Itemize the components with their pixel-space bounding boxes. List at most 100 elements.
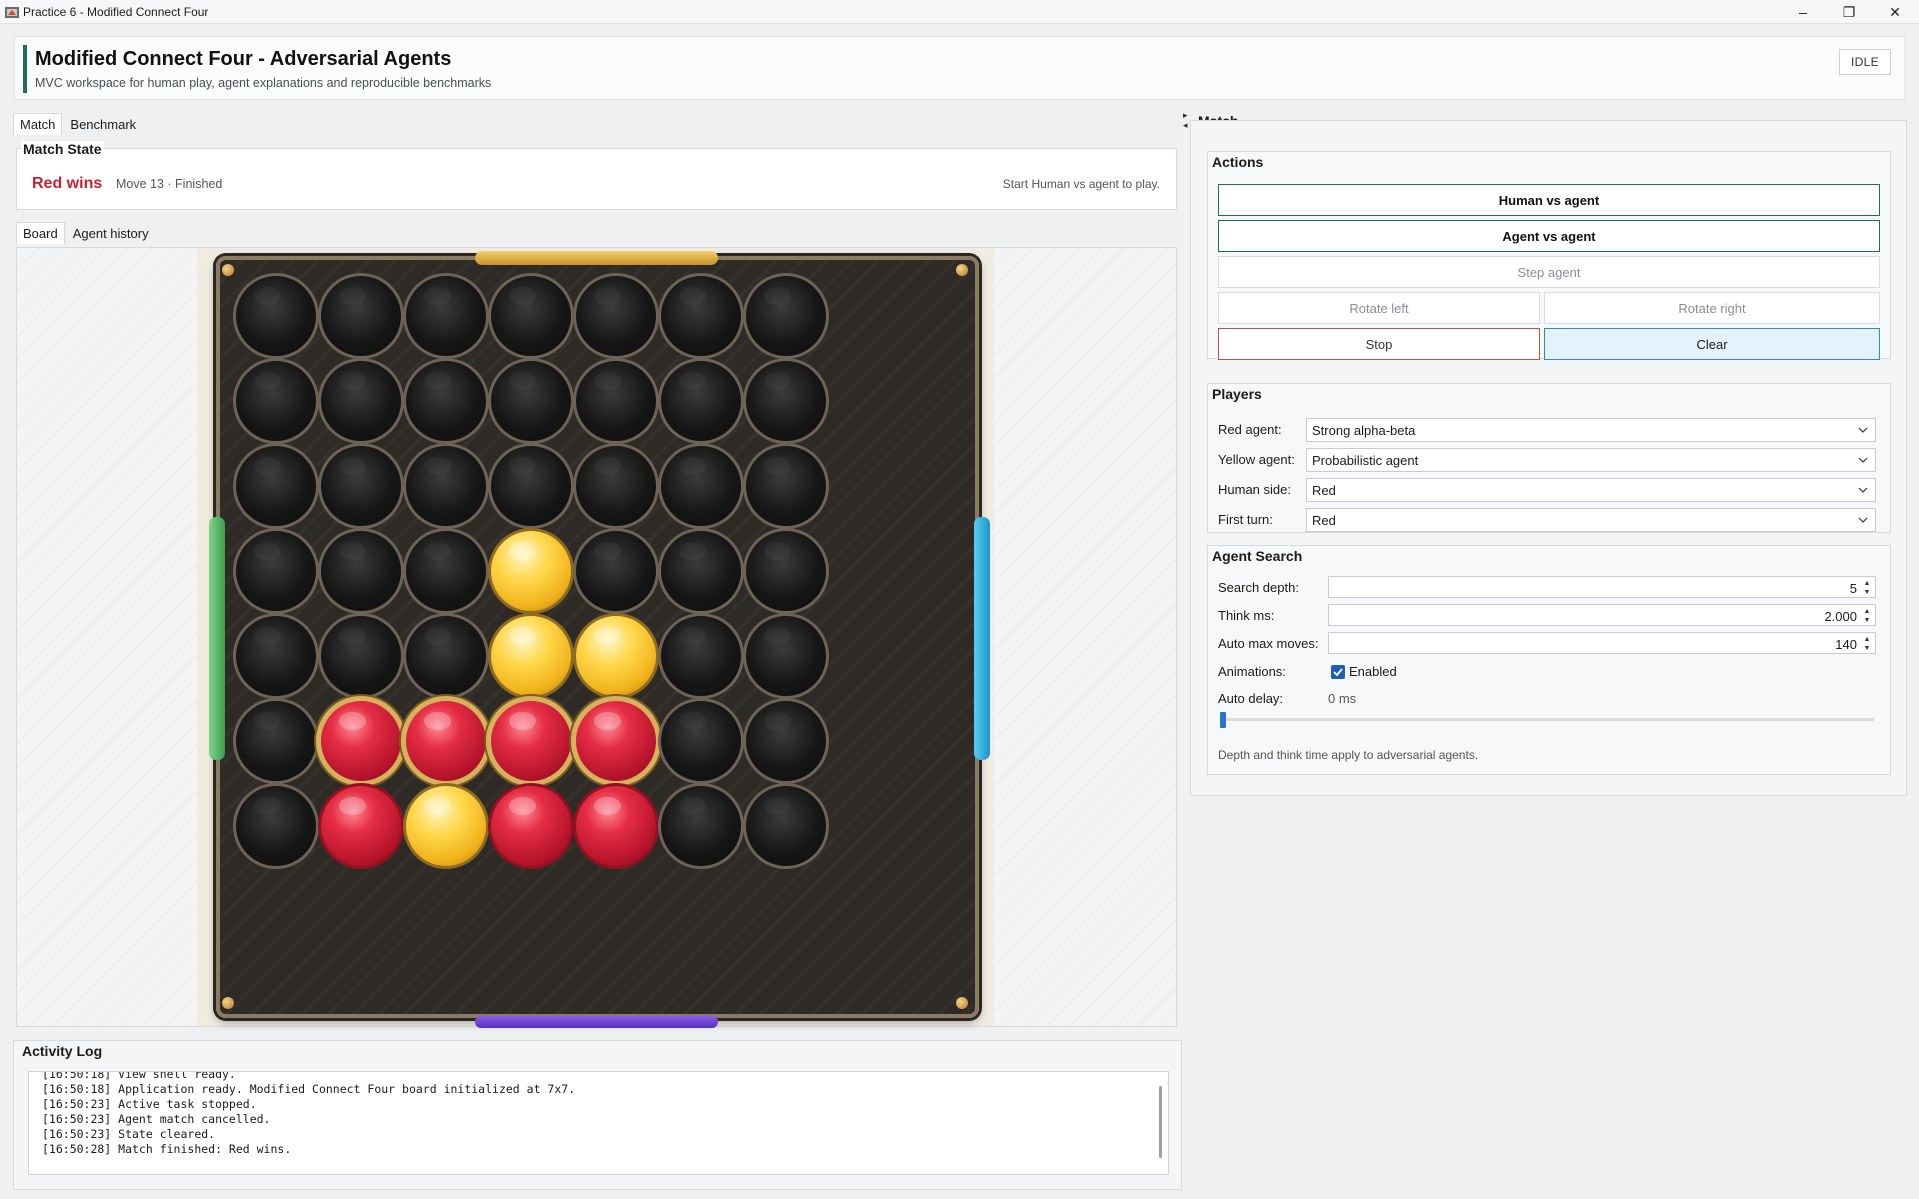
board-cell-empty[interactable] <box>403 443 489 529</box>
actions-title: Actions <box>1210 154 1266 170</box>
board-cell-empty[interactable] <box>233 783 319 869</box>
yellow-disc[interactable] <box>488 528 574 614</box>
minimize-button[interactable]: – <box>1780 0 1826 24</box>
board-cell-empty[interactable] <box>658 443 744 529</box>
spinner-arrows-icon[interactable]: ▲ ▼ <box>1861 607 1873 625</box>
activity-log-title: Activity Log <box>20 1043 105 1059</box>
board-cell-empty[interactable] <box>233 698 319 784</box>
rotate-left-button[interactable]: Rotate left <box>1218 292 1540 324</box>
log-line: [16:50:23] State cleared. <box>42 1127 216 1141</box>
first-turn-label: First turn: <box>1218 512 1273 527</box>
think-ms-spinner[interactable]: 2.000 ▲ ▼ <box>1328 604 1876 626</box>
chevron-down-icon <box>1858 427 1868 433</box>
board-cell-empty[interactable] <box>488 358 574 444</box>
tab-agent-history[interactable]: Agent history <box>67 222 155 244</box>
board-cell-empty[interactable] <box>658 613 744 699</box>
board-cell-empty[interactable] <box>658 783 744 869</box>
match-hint: Start Human vs agent to play. <box>1002 177 1160 191</box>
top-rail <box>475 251 718 265</box>
splitter-collapse-icon[interactable]: ▸ ◂ <box>1183 110 1188 130</box>
board-cell-empty[interactable] <box>403 613 489 699</box>
game-board[interactable] <box>216 256 979 1018</box>
checkmark-icon <box>1333 668 1343 677</box>
board-cell-empty[interactable] <box>573 358 659 444</box>
red-disc[interactable] <box>488 783 574 869</box>
players-group: Players Red agent: Strong alpha-beta Yel… <box>1207 383 1891 533</box>
red-agent-label: Red agent: <box>1218 422 1282 437</box>
board-cell-empty[interactable] <box>573 528 659 614</box>
red-disc-winning[interactable] <box>486 696 576 786</box>
board-cell-empty[interactable] <box>233 613 319 699</box>
board-cell-empty[interactable] <box>488 443 574 529</box>
board-cell-empty[interactable] <box>658 358 744 444</box>
board-cell-empty[interactable] <box>403 273 489 359</box>
board-cell-empty[interactable] <box>743 273 829 359</box>
red-disc-winning[interactable] <box>401 696 491 786</box>
yellow-disc[interactable] <box>488 613 574 699</box>
step-agent-button[interactable]: Step agent <box>1218 256 1880 288</box>
board-cell-empty[interactable] <box>743 783 829 869</box>
board-cell-empty[interactable] <box>658 528 744 614</box>
tab-board[interactable]: Board <box>16 222 65 244</box>
animations-checkbox[interactable] <box>1331 665 1345 679</box>
board-cell-empty[interactable] <box>743 443 829 529</box>
board-cell-empty[interactable] <box>233 443 319 529</box>
board-cell-empty[interactable] <box>318 358 404 444</box>
actions-group: Actions Human vs agent Agent vs agent St… <box>1207 151 1891 360</box>
red-disc-winning[interactable] <box>316 696 406 786</box>
board-cell-empty[interactable] <box>318 273 404 359</box>
close-button[interactable]: ✕ <box>1872 0 1918 24</box>
page-subtitle: MVC workspace for human play, agent expl… <box>35 76 492 90</box>
board-cell-empty[interactable] <box>743 528 829 614</box>
activity-log[interactable]: [16:50:18] View shell ready. [16:50:18] A… <box>28 1071 1169 1175</box>
agent-vs-agent-button[interactable]: Agent vs agent <box>1218 220 1880 252</box>
auto-max-moves-spinner[interactable]: 140 ▲ ▼ <box>1328 632 1876 654</box>
board-cell-empty[interactable] <box>233 528 319 614</box>
red-disc[interactable] <box>573 783 659 869</box>
board-cell-empty[interactable] <box>743 358 829 444</box>
board-cell-empty[interactable] <box>658 698 744 784</box>
first-turn-select[interactable]: Red <box>1306 508 1876 532</box>
board-cell-empty[interactable] <box>403 358 489 444</box>
board-cell-empty[interactable] <box>743 613 829 699</box>
chevron-down-icon <box>1858 487 1868 493</box>
board-cell-empty[interactable] <box>658 273 744 359</box>
board-cell-empty[interactable] <box>318 528 404 614</box>
board-cell-empty[interactable] <box>403 528 489 614</box>
main-tabs: Match Benchmark <box>13 113 142 135</box>
spinner-arrows-icon[interactable]: ▲ ▼ <box>1861 579 1873 597</box>
auto-delay-track[interactable] <box>1222 718 1874 721</box>
board-cell-empty[interactable] <box>743 698 829 784</box>
rotate-right-button[interactable]: Rotate right <box>1544 292 1880 324</box>
clear-button[interactable]: Clear <box>1544 328 1880 360</box>
yellow-agent-select[interactable]: Probabilistic agent <box>1306 448 1876 472</box>
board-cell-empty[interactable] <box>233 273 319 359</box>
human-vs-agent-button[interactable]: Human vs agent <box>1218 184 1880 216</box>
stop-button[interactable]: Stop <box>1218 328 1540 360</box>
yellow-disc[interactable] <box>573 613 659 699</box>
tab-match[interactable]: Match <box>13 113 63 135</box>
bottom-rail <box>475 1016 718 1028</box>
red-agent-select[interactable]: Strong alpha-beta <box>1306 418 1876 442</box>
auto-delay-value: 0 ms <box>1328 691 1357 706</box>
board-cell-empty[interactable] <box>318 443 404 529</box>
log-scrollbar[interactable] <box>1159 1086 1162 1158</box>
board-cell-empty[interactable] <box>488 273 574 359</box>
red-disc-winning[interactable] <box>571 696 661 786</box>
board-cell-empty[interactable] <box>318 613 404 699</box>
board-cell-empty[interactable] <box>573 273 659 359</box>
right-rail <box>974 517 990 760</box>
board-cell-empty[interactable] <box>573 443 659 529</box>
human-side-select[interactable]: Red <box>1306 478 1876 502</box>
board-cell-empty[interactable] <box>233 358 319 444</box>
search-depth-spinner[interactable]: 5 ▲ ▼ <box>1328 576 1876 598</box>
red-disc[interactable] <box>318 783 404 869</box>
tab-benchmark[interactable]: Benchmark <box>64 113 142 135</box>
pane-splitter[interactable] <box>1182 110 1190 1190</box>
restore-button[interactable]: ❐ <box>1826 0 1872 24</box>
chevron-down-icon <box>1858 457 1868 463</box>
spinner-arrows-icon[interactable]: ▲ ▼ <box>1861 635 1873 653</box>
yellow-disc[interactable] <box>403 783 489 869</box>
left-rail <box>209 517 225 760</box>
auto-delay-slider-thumb[interactable] <box>1220 712 1226 728</box>
